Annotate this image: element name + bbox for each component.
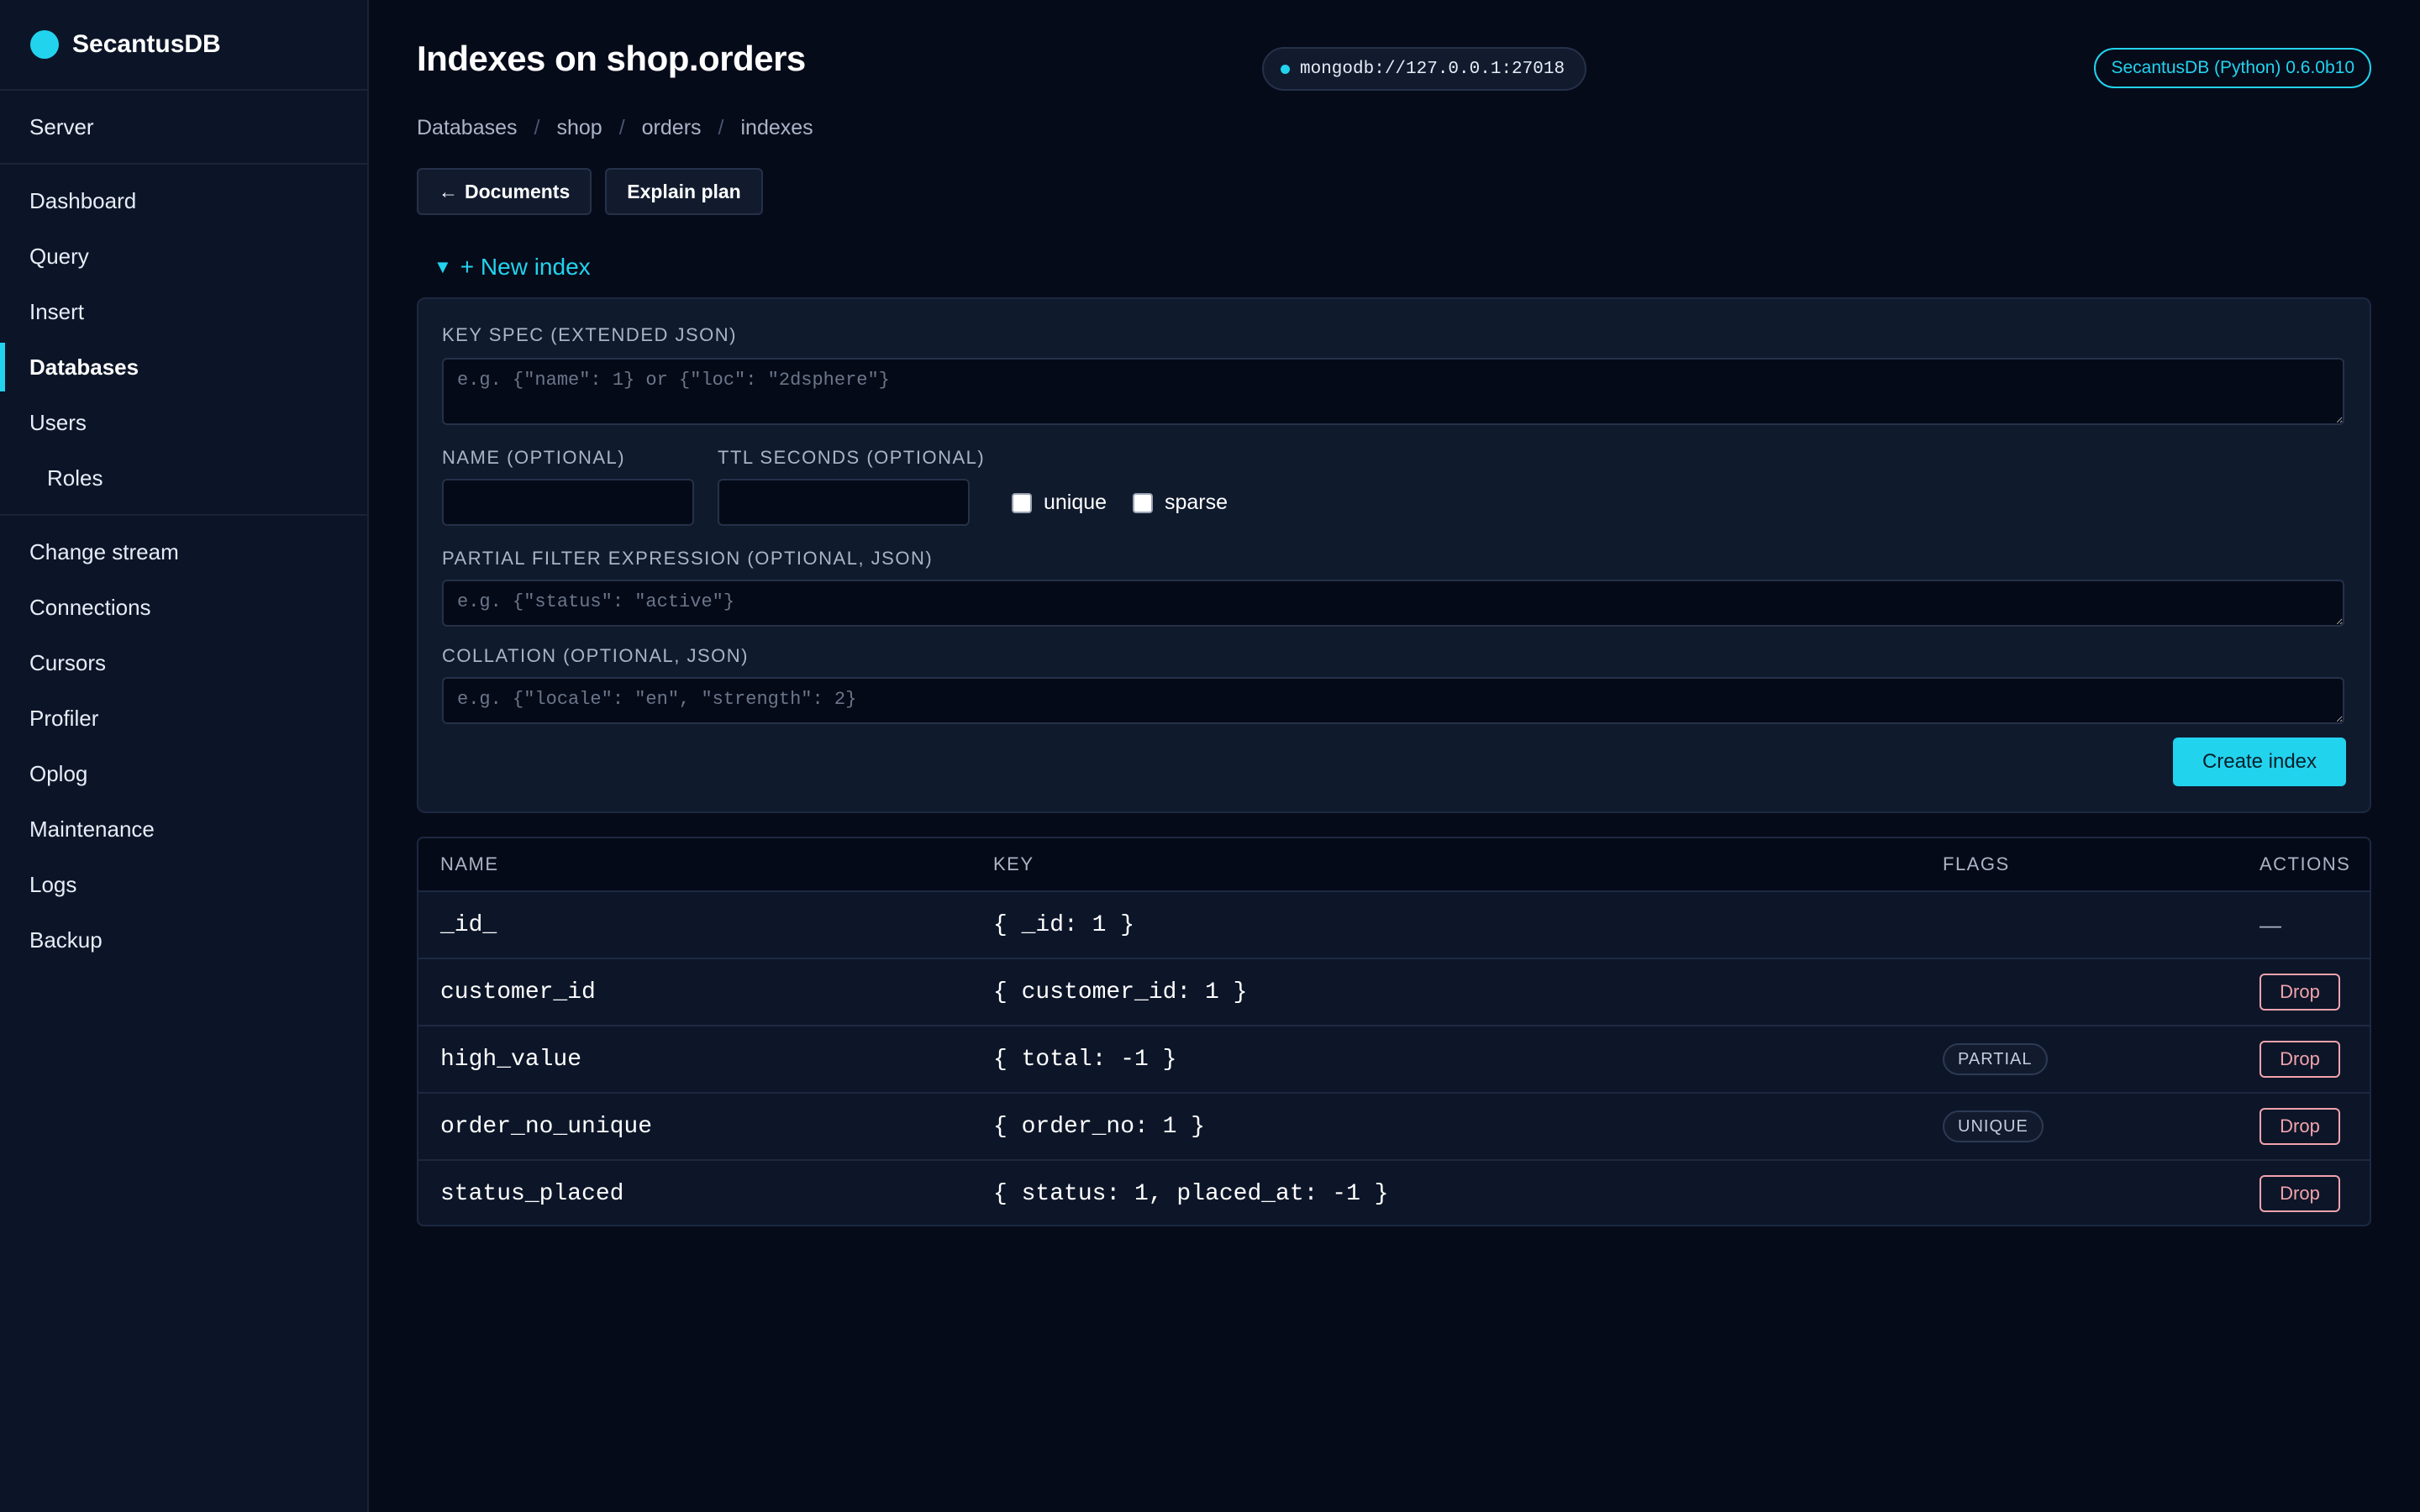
ttl-label: TTL SECONDS (OPTIONAL) <box>718 447 986 468</box>
connection-status-icon <box>1281 64 1290 74</box>
connection-pill: mongodb://127.0.0.1:27018 <box>1262 47 1587 91</box>
name-input[interactable] <box>442 479 694 526</box>
sparse-checkbox[interactable]: sparse <box>1133 491 1228 515</box>
table-row: _id_ { _id: 1 } — <box>418 892 2370 959</box>
breadcrumb-orders[interactable]: orders <box>642 116 702 140</box>
name-label: NAME (OPTIONAL) <box>442 447 626 468</box>
arrow-left-icon: ← <box>439 180 458 202</box>
index-name: order_no_unique <box>440 1113 653 1140</box>
table-row: high_value { total: -1 } PARTIAL Drop <box>418 1026 2370 1094</box>
brand-logo-icon <box>30 30 59 59</box>
index-key: { status: 1, placed_at: -1 } <box>993 1180 1389 1207</box>
breadcrumb-separator: / <box>718 116 724 139</box>
unique-checkbox-label: unique <box>1044 491 1107 514</box>
sidebar-item-change-stream[interactable]: Change stream <box>0 524 367 580</box>
index-key: { _id: 1 } <box>993 911 1135 938</box>
breadcrumb-shop[interactable]: shop <box>556 116 602 140</box>
key-spec-input[interactable] <box>442 358 2344 425</box>
caret-down-icon: ▼ <box>434 256 452 277</box>
sidebar-item-insert[interactable]: Insert <box>0 284 367 339</box>
version-badge: SecantusDB (Python) 0.6.0b10 <box>2094 48 2371 88</box>
index-key: { customer_id: 1 } <box>993 979 1248 1005</box>
drop-button[interactable]: Drop <box>2260 1175 2340 1212</box>
sidebar-item-backup[interactable]: Backup <box>0 912 367 968</box>
sidebar-item-dashboard[interactable]: Dashboard <box>0 173 367 228</box>
actions-cell: — <box>2260 892 2281 958</box>
key-spec-label: KEY SPEC (EXTENDED JSON) <box>442 324 737 345</box>
sidebar-item-cursors[interactable]: Cursors <box>0 635 367 690</box>
flag-badge: PARTIAL <box>1943 1043 2048 1075</box>
breadcrumb-separator: / <box>618 116 625 139</box>
actions-cell: Drop <box>2260 1161 2340 1225</box>
column-header-name: NAME <box>440 853 499 874</box>
nav-section: Server <box>0 91 367 165</box>
collation-input[interactable] <box>442 677 2344 724</box>
new-index-toggle[interactable]: ▼ + New index <box>434 254 591 281</box>
breadcrumb: Databases / shop / orders / indexes <box>417 116 813 140</box>
sidebar-item-roles[interactable]: Roles <box>0 450 367 506</box>
connection-string: mongodb://127.0.0.1:27018 <box>1300 59 1565 79</box>
partial-filter-label: PARTIAL FILTER EXPRESSION (OPTIONAL, JSO… <box>442 548 934 569</box>
documents-button[interactable]: ← Documents <box>417 168 592 215</box>
actions-cell: Drop <box>2260 1026 2340 1092</box>
sidebar-item-databases[interactable]: Databases <box>0 339 367 395</box>
table-row: customer_id { customer_id: 1 } Drop <box>418 959 2370 1026</box>
partial-filter-input[interactable] <box>442 580 2344 627</box>
drop-button[interactable]: Drop <box>2260 974 2340 1011</box>
sidebar-item-profiler[interactable]: Profiler <box>0 690 367 746</box>
nav-section: Dashboard Query Insert Databases Users Roles <box>0 165 367 516</box>
sidebar-item-oplog[interactable]: Oplog <box>0 746 367 801</box>
column-header-flags: FLAGS <box>1943 853 2010 874</box>
table-row: order_no_unique { order_no: 1 } UNIQUE Drop <box>418 1094 2370 1161</box>
index-name: high_value <box>440 1046 582 1073</box>
sidebar: SecantusDB Server Dashboard Query Insert Dat… <box>0 0 369 1512</box>
table-row: status_placed { status: 1, placed_at: -1 … <box>418 1161 2370 1225</box>
breadcrumb-separator: / <box>534 116 540 139</box>
new-index-label: + New index <box>460 254 591 280</box>
drop-button[interactable]: Drop <box>2260 1108 2340 1145</box>
sparse-checkbox-label: sparse <box>1165 491 1228 514</box>
sparse-checkbox-box[interactable] <box>1133 492 1153 513</box>
no-action-dash: — <box>2260 911 2281 937</box>
actions-cell: Drop <box>2260 1094 2340 1159</box>
documents-button-label: Documents <box>465 180 571 202</box>
index-name: customer_id <box>440 979 596 1005</box>
sidebar-item-server[interactable]: Server <box>0 99 367 155</box>
actions-cell: Drop <box>2260 959 2340 1025</box>
index-key: { total: -1 } <box>993 1046 1177 1073</box>
unique-checkbox[interactable]: unique <box>1012 491 1107 515</box>
sidebar-item-maintenance[interactable]: Maintenance <box>0 801 367 857</box>
flags-cell: UNIQUE <box>1943 1094 2044 1159</box>
table-header: NAME KEY FLAGS ACTIONS <box>418 838 2370 892</box>
brand-name: SecantusDB <box>72 30 221 58</box>
index-name: status_placed <box>440 1180 624 1207</box>
sidebar-item-query[interactable]: Query <box>0 228 367 284</box>
flag-badge: UNIQUE <box>1943 1110 2044 1142</box>
indexes-table: NAME KEY FLAGS ACTIONS _id_ { _id: 1 } — cu… <box>417 837 2371 1226</box>
action-buttons: ← Documents Explain plan <box>417 168 763 215</box>
breadcrumb-databases[interactable]: Databases <box>417 116 518 140</box>
drop-button[interactable]: Drop <box>2260 1041 2340 1078</box>
index-key: { order_no: 1 } <box>993 1113 1206 1140</box>
collation-label: COLLATION (OPTIONAL, JSON) <box>442 645 749 666</box>
column-header-actions: ACTIONS <box>2260 853 2351 874</box>
create-index-button[interactable]: Create index <box>2173 738 2346 786</box>
sidebar-item-connections[interactable]: Connections <box>0 580 367 635</box>
flags-cell: PARTIAL <box>1943 1026 2048 1092</box>
brand[interactable]: SecantusDB <box>0 0 367 91</box>
page-title: Indexes on shop.orders <box>417 39 806 78</box>
index-name: _id_ <box>440 911 497 938</box>
nav-section: Change stream Connections Cursors Profiler O… <box>0 516 367 976</box>
explain-plan-button[interactable]: Explain plan <box>605 168 763 215</box>
unique-checkbox-box[interactable] <box>1012 492 1032 513</box>
sidebar-item-users[interactable]: Users <box>0 395 367 450</box>
table-body: _id_ { _id: 1 } — customer_id { customer_id:… <box>418 892 2370 1225</box>
new-index-form: KEY SPEC (EXTENDED JSON) NAME (OPTIONAL)… <box>417 297 2371 813</box>
sidebar-nav: Server Dashboard Query Insert Databases Users… <box>0 91 367 976</box>
sidebar-item-logs[interactable]: Logs <box>0 857 367 912</box>
column-header-key: KEY <box>993 853 1034 874</box>
breadcrumb-indexes: indexes <box>740 116 813 139</box>
ttl-input[interactable] <box>718 479 970 526</box>
